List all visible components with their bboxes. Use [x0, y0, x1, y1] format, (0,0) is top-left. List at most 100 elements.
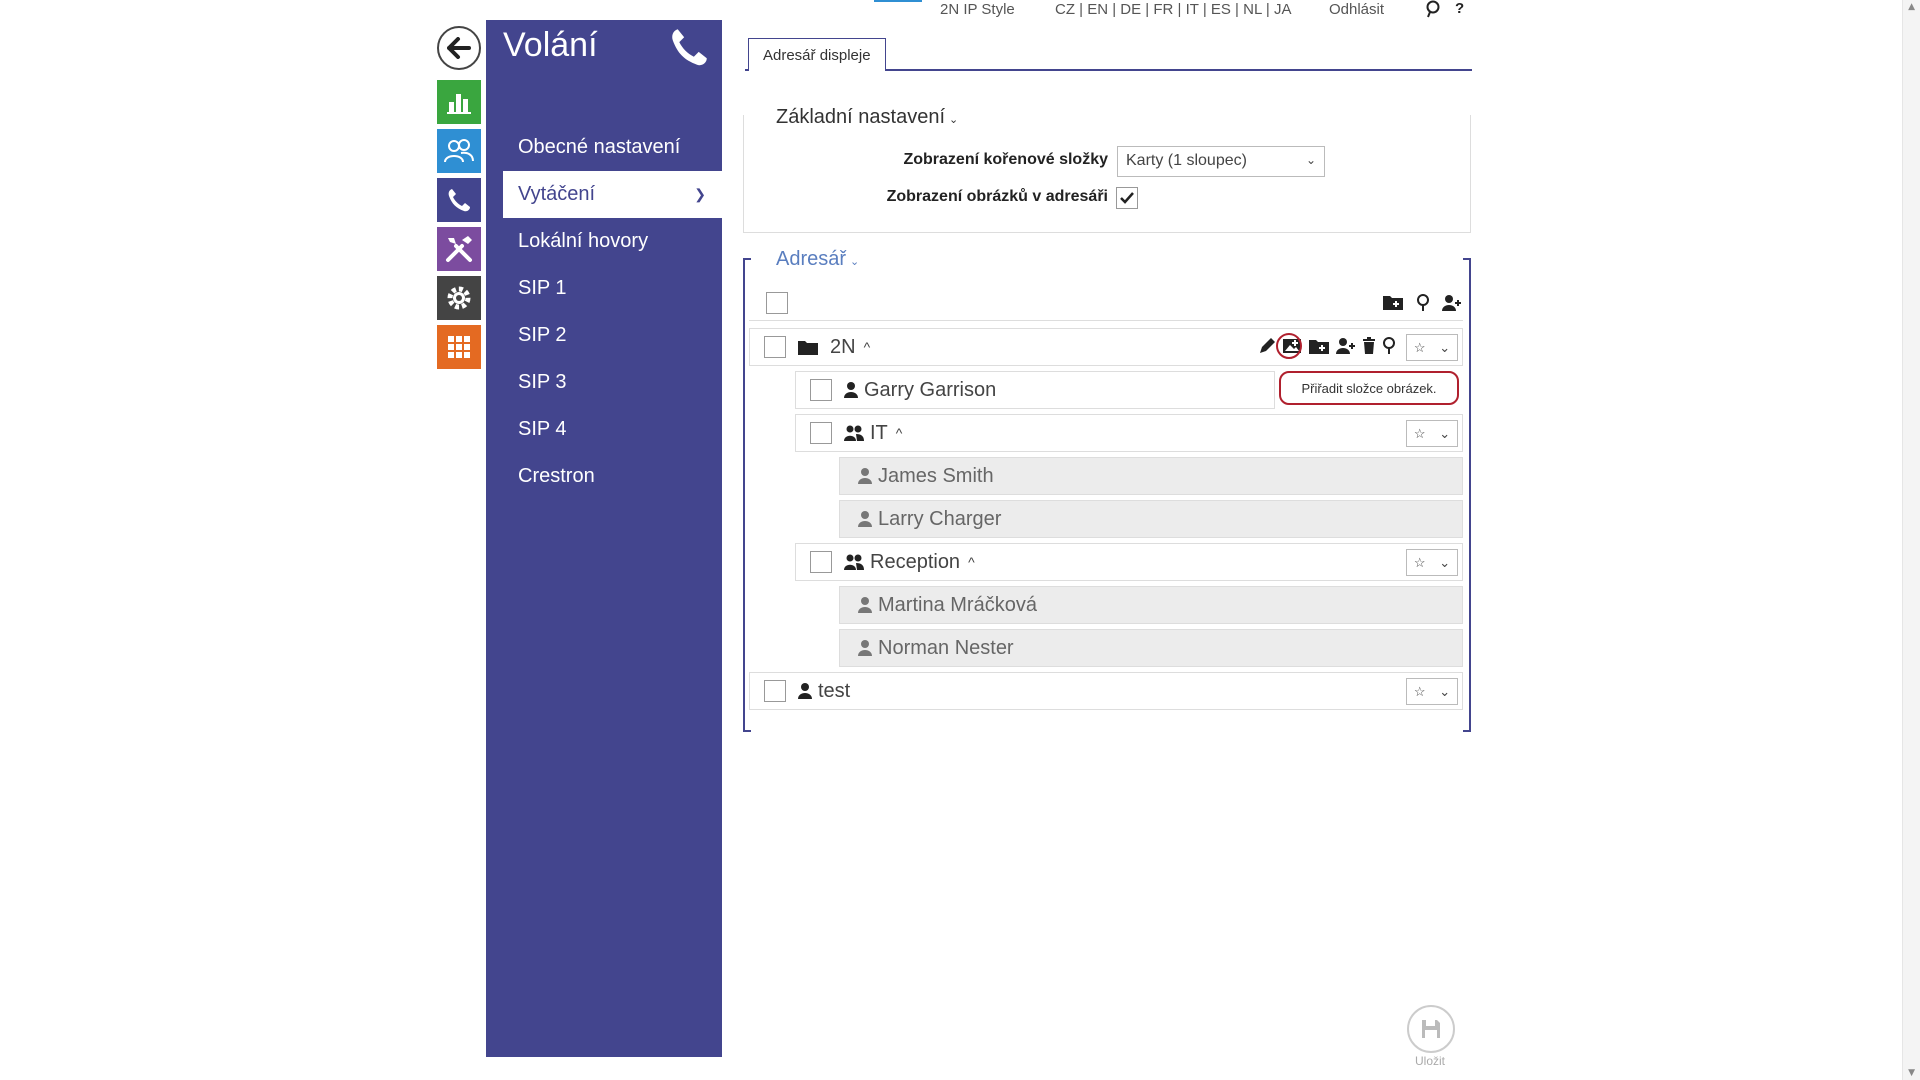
services-module-button[interactable]: [437, 325, 481, 369]
phone-icon: [668, 26, 710, 72]
scrollbar[interactable]: ▲ ▼: [1902, 0, 1920, 1080]
search-icon[interactable]: [1425, 0, 1441, 22]
highlight-circle: [1276, 333, 1302, 359]
save-button[interactable]: [1407, 1005, 1455, 1053]
chevron-right-icon: ❯: [694, 186, 706, 202]
chevron-down-icon: ⌄: [1439, 425, 1451, 441]
tree-folder-2n[interactable]: 2N ^ ☆ ⌄: [749, 328, 1463, 366]
directory-title-text: Adresář: [776, 248, 847, 270]
chevron-up-icon[interactable]: ^: [896, 425, 903, 441]
sidebar-item-crestron[interactable]: Crestron: [503, 453, 722, 500]
sidebar-item-sip1[interactable]: SIP 1: [503, 265, 722, 312]
star-icon: ☆: [1413, 683, 1426, 699]
user-icon: [798, 683, 812, 699]
star-icon: ☆: [1413, 339, 1426, 355]
user-icon: [844, 382, 858, 398]
locate-icon[interactable]: [1416, 294, 1430, 316]
sidebar-item-sip4[interactable]: SIP 4: [503, 406, 722, 453]
tree-user-row[interactable]: James Smith: [839, 457, 1463, 495]
status-module-button[interactable]: [437, 80, 481, 124]
tree-folder-label: 2N: [830, 335, 856, 358]
sidebar-item-local-calls[interactable]: Lokální hovory: [503, 218, 722, 265]
user-icon: [858, 511, 872, 527]
root-folder-value: Karty (1 sloupec): [1126, 152, 1247, 169]
locate-icon[interactable]: [1382, 337, 1396, 355]
chevron-up-icon[interactable]: ^: [864, 339, 871, 355]
bracket: [743, 258, 751, 260]
tree-user-row[interactable]: Norman Nester: [839, 629, 1463, 667]
tree-user-label: Garry Garrison: [864, 378, 997, 401]
sidebar-item-sip3[interactable]: SIP 3: [503, 359, 722, 406]
row-checkbox[interactable]: [764, 680, 786, 702]
floppy-icon: [1422, 1020, 1440, 1038]
directory-module-button[interactable]: [437, 129, 481, 173]
row-checkbox[interactable]: [810, 379, 832, 401]
help-icon[interactable]: ?: [1455, 0, 1464, 17]
phone-icon: [448, 189, 470, 212]
sidebar-item-label: Obecné nastavení: [518, 136, 681, 158]
tree-folder-label: Reception: [870, 550, 961, 573]
sidebar-item-general[interactable]: Obecné nastavení: [503, 124, 722, 171]
sidebar-item-sip2[interactable]: SIP 2: [503, 312, 722, 359]
hardware-module-button[interactable]: [437, 227, 481, 271]
calls-module-button[interactable]: [437, 178, 481, 222]
favorite-dropdown[interactable]: ☆ ⌄: [1406, 420, 1458, 447]
tab-display-directory[interactable]: Adresář displeje: [748, 38, 886, 71]
users-icon: [444, 139, 474, 163]
star-icon: ☆: [1413, 425, 1426, 441]
tree-user-row[interactable]: Larry Charger: [839, 500, 1463, 538]
tree-folder-it[interactable]: IT ^ ☆ ⌄: [795, 414, 1463, 452]
tree-user-label: Martina Mráčková: [878, 593, 1037, 616]
tree-user-label: test: [818, 679, 851, 702]
favorite-dropdown[interactable]: ☆ ⌄: [1406, 678, 1458, 705]
trash-icon[interactable]: [1362, 337, 1376, 355]
basic-settings-title-text: Základní nastavení: [776, 106, 945, 128]
tree-folder-reception[interactable]: Reception ^ ☆ ⌄: [795, 543, 1463, 581]
system-module-button[interactable]: [437, 276, 481, 320]
images-checkbox[interactable]: [1116, 187, 1138, 209]
tree-user-row[interactable]: test ☆ ⌄: [749, 672, 1463, 710]
user-icon: [858, 468, 872, 484]
scroll-up-icon[interactable]: ▲: [1908, 2, 1915, 12]
users-icon: [844, 554, 864, 570]
scroll-down-icon[interactable]: ▼: [1908, 1068, 1915, 1078]
language-switcher[interactable]: CZ | EN | DE | FR | IT | ES | NL | JA: [1055, 1, 1291, 18]
logout-link[interactable]: Odhlásit: [1329, 1, 1384, 18]
tree-user-row[interactable]: Garry Garrison: [795, 371, 1275, 409]
content-tabs: Adresář displeje: [745, 38, 1472, 71]
user-icon: [858, 597, 872, 613]
style-link[interactable]: 2N IP Style: [940, 1, 1015, 18]
basic-settings-panel: [743, 115, 1471, 233]
add-folder-icon[interactable]: [1382, 293, 1404, 315]
chevron-up-icon[interactable]: ^: [968, 554, 975, 570]
select-all-checkbox[interactable]: [766, 292, 788, 314]
add-user-icon[interactable]: [1442, 294, 1462, 316]
directory-title[interactable]: Adresář ⌄: [770, 248, 866, 271]
section-sidebar: Volání Obecné nastavení Vytáčení ❯ Lokáln…: [486, 20, 722, 1057]
row-checkbox[interactable]: [810, 551, 832, 573]
sidebar-item-label: SIP 3: [518, 371, 567, 393]
sidebar-item-label: Vytáčení: [518, 183, 596, 205]
bar-chart-icon: [447, 94, 471, 114]
sidebar-item-dialing[interactable]: Vytáčení ❯: [503, 171, 722, 218]
tree-user-row[interactable]: Martina Mráčková: [839, 586, 1463, 624]
row-checkbox[interactable]: [810, 422, 832, 444]
basic-settings-title[interactable]: Základní nastavení ⌄: [770, 106, 965, 129]
chevron-down-icon: ⌄: [850, 256, 860, 268]
row-checkbox[interactable]: [764, 336, 786, 358]
add-subfolder-icon[interactable]: [1308, 337, 1330, 355]
user-icon: [858, 640, 872, 656]
sidebar-menu: Obecné nastavení Vytáčení ❯ Lokální hovor…: [503, 124, 722, 500]
back-button[interactable]: [437, 26, 481, 70]
star-icon: ☆: [1413, 554, 1426, 570]
root-folder-select[interactable]: Karty (1 sloupec) ⌄: [1117, 146, 1325, 177]
edit-icon[interactable]: [1258, 337, 1276, 355]
sidebar-item-label: SIP 2: [518, 324, 567, 346]
favorite-dropdown[interactable]: ☆ ⌄: [1406, 334, 1458, 361]
chevron-down-icon: ⌄: [1439, 554, 1451, 570]
tree-user-label: Larry Charger: [878, 507, 1002, 530]
bracket: [1463, 258, 1471, 260]
favorite-dropdown[interactable]: ☆ ⌄: [1406, 549, 1458, 576]
checkmark-icon: [1120, 192, 1134, 204]
add-user-icon[interactable]: [1336, 337, 1356, 355]
